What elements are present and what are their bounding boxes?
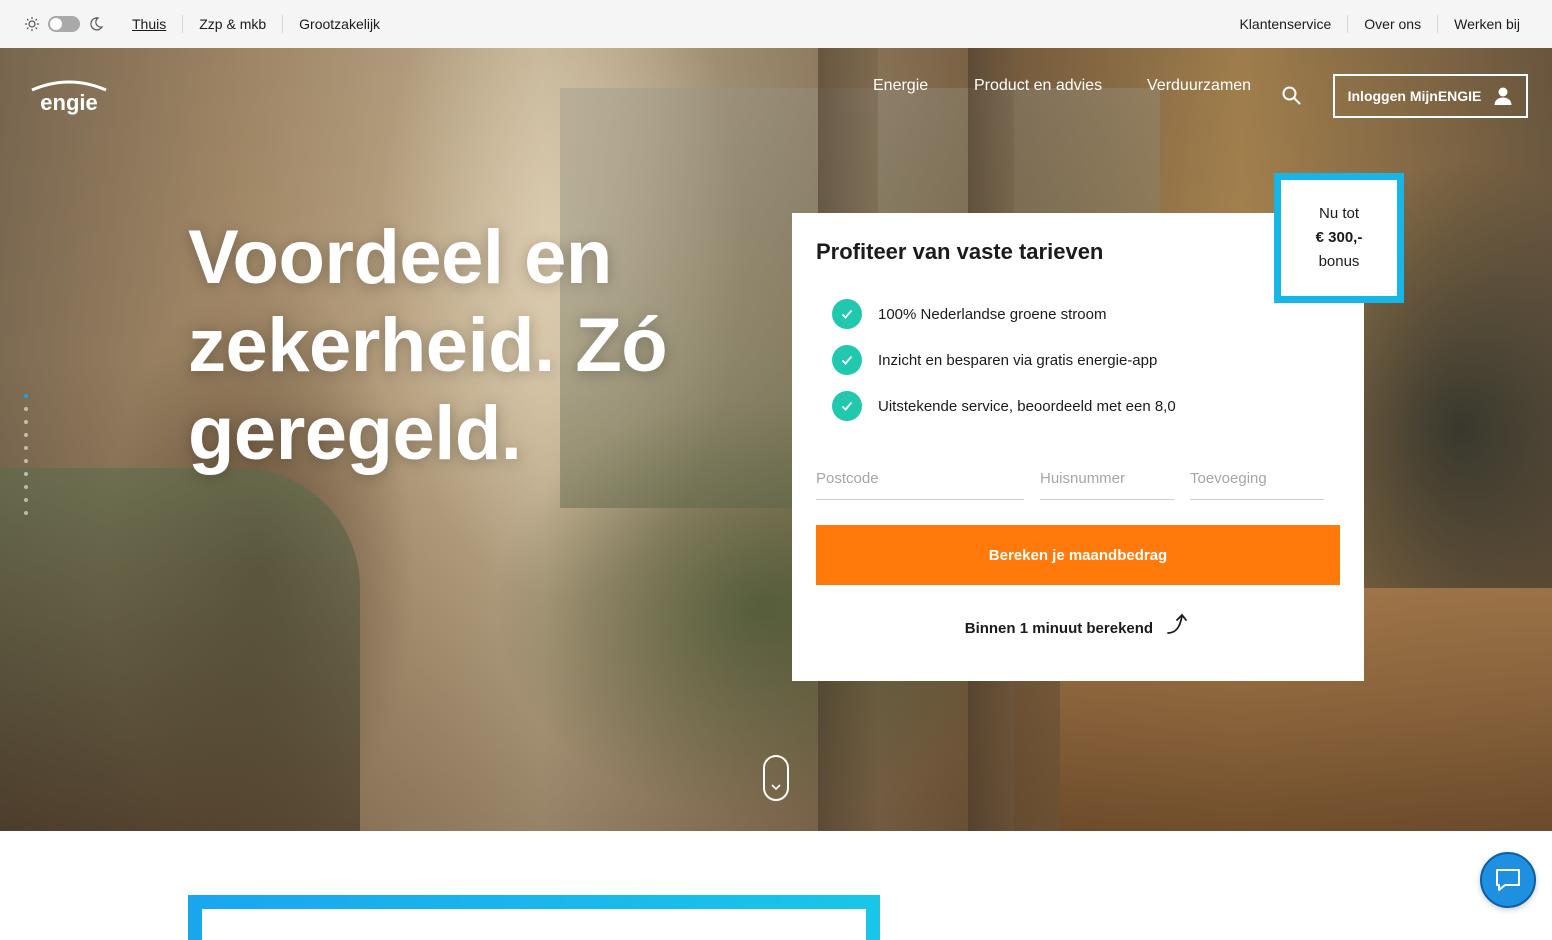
utility-right: Klantenservice Over ons Werken bij <box>1239 15 1520 33</box>
cta-note-text: Binnen 1 minuut berekend <box>964 620 1154 637</box>
chevron-down-icon <box>771 784 781 791</box>
slide-dot[interactable] <box>24 472 28 476</box>
utility-bar: Thuis Zzp & mkb Grootzakelijk Klantenser… <box>0 0 1552 48</box>
slide-dot[interactable] <box>24 433 28 437</box>
headline-line: geregeld. <box>188 391 522 476</box>
slide-dot[interactable] <box>24 394 28 398</box>
slide-dot[interactable] <box>24 485 28 489</box>
offer-card-title: Profiteer van vaste tarieven <box>816 239 1104 264</box>
promo-frame-inner <box>202 909 866 940</box>
sun-icon <box>25 17 39 31</box>
curved-arrow-icon <box>1167 613 1188 634</box>
bonus-badge: Nu tot € 300,- bonus <box>1274 173 1404 303</box>
hero-person-chair <box>0 468 360 831</box>
slide-dot[interactable] <box>24 511 28 515</box>
segment-zzp-mkb[interactable]: Zzp & mkb <box>182 15 282 33</box>
postcode-input[interactable] <box>816 457 1024 500</box>
theme-switch[interactable] <box>24 16 104 32</box>
login-label: Inloggen MijnENGIE <box>1347 88 1482 104</box>
link-over-ons[interactable]: Over ons <box>1347 15 1437 33</box>
check-icon <box>832 299 862 329</box>
check-icon <box>832 391 862 421</box>
nav-verduurzamen[interactable]: Verduurzamen <box>1147 77 1251 95</box>
link-klantenservice[interactable]: Klantenservice <box>1239 15 1347 33</box>
benefit-text: 100% Nederlandse groene stroom <box>878 305 1107 323</box>
theme-toggle[interactable] <box>48 16 80 32</box>
slide-indicator <box>24 394 28 524</box>
moon-icon <box>90 17 104 31</box>
scroll-down-button[interactable] <box>763 755 789 801</box>
slide-dot[interactable] <box>24 498 28 502</box>
benefit-item: Inzicht en besparen via gratis energie-a… <box>832 345 1176 375</box>
slide-dot[interactable] <box>24 446 28 450</box>
segment-thuis[interactable]: Thuis <box>132 15 182 33</box>
nav-energie[interactable]: Energie <box>873 77 928 95</box>
logo-text: engie <box>40 90 97 115</box>
benefit-text: Uitstekende service, beoordeeld met een … <box>878 397 1176 415</box>
search-icon[interactable] <box>1281 85 1303 107</box>
login-button[interactable]: Inloggen MijnENGIE <box>1333 74 1528 118</box>
slide-dot[interactable] <box>24 407 28 411</box>
calculate-button[interactable]: Bereken je maandbedrag <box>816 525 1340 585</box>
headline-line: Voordeel en <box>188 215 612 300</box>
headline-line: zekerheid. Zó <box>188 303 668 388</box>
slide-dot[interactable] <box>24 420 28 424</box>
huisnummer-input[interactable] <box>1040 457 1174 500</box>
check-icon <box>832 345 862 375</box>
link-werken-bij[interactable]: Werken bij <box>1437 15 1520 33</box>
badge-line3: bonus <box>1318 253 1360 270</box>
benefit-text: Inzicht en besparen via gratis energie-a… <box>878 351 1158 369</box>
benefit-item: Uitstekende service, beoordeeld met een … <box>832 391 1176 421</box>
benefit-item: 100% Nederlandse groene stroom <box>832 299 1176 329</box>
utility-left: Thuis Zzp & mkb Grootzakelijk <box>24 15 396 33</box>
chat-icon <box>1496 869 1520 891</box>
nav-product-en-advies[interactable]: Product en advies <box>974 77 1102 95</box>
segment-grootzakelijk[interactable]: Grootzakelijk <box>282 15 396 33</box>
cta-note: Binnen 1 minuut berekend <box>792 611 1364 637</box>
chat-button[interactable] <box>1480 852 1536 908</box>
benefit-list: 100% Nederlandse groene stroom Inzicht e… <box>832 299 1176 437</box>
badge-line1: Nu tot <box>1318 205 1360 222</box>
promo-frame <box>188 895 880 940</box>
engie-logo[interactable]: engie <box>24 78 114 118</box>
user-icon <box>1494 87 1512 105</box>
slide-dot[interactable] <box>24 459 28 463</box>
badge-amount: € 300,- <box>1315 229 1363 246</box>
toevoeging-input[interactable] <box>1190 457 1324 500</box>
hero-headline: Voordeel en zekerheid. Zó geregeld. <box>188 214 748 478</box>
